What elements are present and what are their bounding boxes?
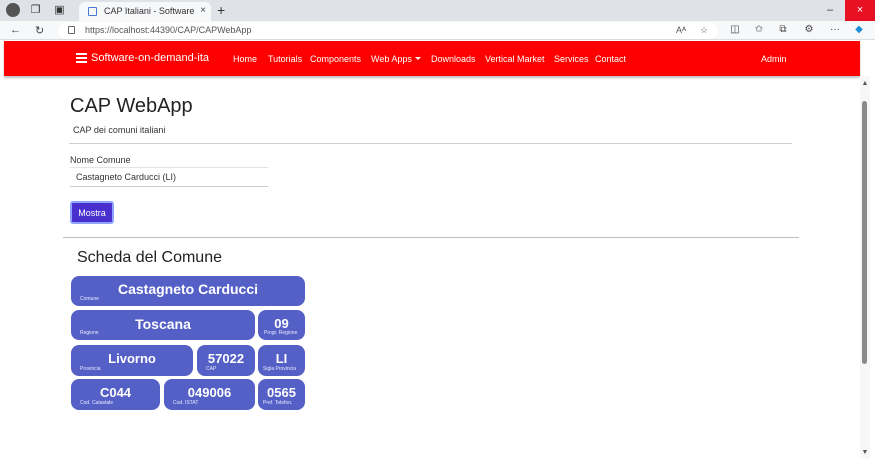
minimize-button[interactable]: – xyxy=(815,0,845,21)
favorites-icon[interactable]: ✩ xyxy=(752,24,766,35)
card-sigla: LI Sigla Provincia xyxy=(258,345,305,376)
tab-close-icon[interactable]: × xyxy=(200,5,206,16)
card-prefisso-caption: Pref. Telefon. xyxy=(263,400,293,406)
scroll-down-icon[interactable]: ▼ xyxy=(860,449,870,456)
card-provincia-value: Livorno xyxy=(108,351,156,366)
card-provincia: Livorno Provincia xyxy=(71,345,193,376)
close-window-button[interactable]: × xyxy=(845,0,875,21)
scrollbar-thumb[interactable] xyxy=(862,101,867,364)
tab-title: CAP Italiani - Software on dema xyxy=(104,6,194,16)
site-brand[interactable]: Software-on-demand-ita xyxy=(91,52,209,64)
nav-link-web-apps-label: Web Apps xyxy=(371,54,412,64)
card-istat-value: 049006 xyxy=(187,385,232,400)
nav-link-services[interactable]: Services xyxy=(554,54,589,64)
page-title: CAP WebApp xyxy=(70,95,193,117)
site-navbar: Software-on-demand-ita Home Tutorials Co… xyxy=(4,41,860,76)
card-prog-regione: 09 Progr. Regione xyxy=(258,310,305,340)
section-divider xyxy=(63,237,799,238)
refresh-icon[interactable]: ↻ xyxy=(35,24,44,37)
nav-link-web-apps[interactable]: Web Apps xyxy=(371,54,421,64)
browser-tab[interactable]: CAP Italiani - Software on dema × xyxy=(79,2,211,21)
card-istat-caption: Cod. ISTAT xyxy=(173,400,199,406)
back-icon[interactable]: ← xyxy=(10,24,21,36)
hamburger-menu-icon[interactable] xyxy=(76,53,87,63)
browser-tab-bar: ❐ ▣ CAP Italiani - Software on dema × + … xyxy=(0,0,875,21)
lock-icon xyxy=(68,26,75,34)
card-prefisso-value: 0565 xyxy=(267,385,296,400)
nav-link-components[interactable]: Components xyxy=(310,54,361,64)
card-cap-value: 57022 xyxy=(207,351,245,366)
card-catastale: C044 Cod. Catastale xyxy=(71,379,160,410)
page-favicon-icon xyxy=(88,7,97,16)
card-catastale-caption: Cod. Catastale xyxy=(80,400,114,406)
card-comune: Castagneto Carducci Comune xyxy=(71,276,305,306)
card-prog-regione-value: 09 xyxy=(274,316,289,331)
nav-link-contact[interactable]: Contact xyxy=(595,54,626,64)
more-icon[interactable]: ··· xyxy=(828,24,842,35)
comune-input[interactable] xyxy=(70,167,268,187)
workspaces-icon[interactable]: ❐ xyxy=(29,4,42,17)
card-catastale-value: C044 xyxy=(99,385,132,400)
card-prog-regione-caption: Progr. Regione xyxy=(264,330,298,336)
card-sigla-caption: Sigla Provincia xyxy=(263,366,297,372)
section-title: Scheda del Comune xyxy=(77,249,222,266)
nav-link-downloads[interactable]: Downloads xyxy=(431,54,476,64)
card-comune-caption: Comune xyxy=(80,296,99,302)
address-toolbar: ← ↻ https://localhost:44390/CAP/CAPWebAp… xyxy=(0,21,875,40)
nav-link-vertical-market[interactable]: Vertical Market xyxy=(485,54,545,64)
card-comune-value: Castagneto Carducci xyxy=(117,281,259,297)
page-subtitle: CAP dei comuni italiani xyxy=(73,125,166,135)
favorite-star-icon[interactable]: ☆ xyxy=(700,25,708,36)
collections-icon[interactable]: ⧉ xyxy=(776,24,790,35)
divider xyxy=(69,143,792,144)
dropdown-caret-icon xyxy=(414,57,421,60)
tab-actions-icon[interactable]: ▣ xyxy=(53,4,66,17)
url-text[interactable]: https://localhost:44390/CAP/CAPWebApp xyxy=(85,25,251,35)
new-tab-button[interactable]: + xyxy=(217,2,225,18)
card-sigla-value: LI xyxy=(275,351,288,366)
card-regione: Toscana Regione xyxy=(71,310,255,340)
url-bar[interactable]: https://localhost:44390/CAP/CAPWebApp Aᴬ… xyxy=(58,22,718,39)
extensions-icon[interactable]: ⚙ xyxy=(802,24,816,35)
card-cap-caption: CAP xyxy=(206,366,217,372)
scroll-up-icon[interactable]: ▲ xyxy=(860,80,870,87)
nav-link-admin[interactable]: Admin xyxy=(761,54,787,64)
card-provincia-caption: Provincia xyxy=(80,366,101,372)
read-aloud-icon[interactable]: Aᴬ xyxy=(676,25,686,35)
copilot-icon[interactable]: ◆ xyxy=(852,24,866,35)
nav-link-home[interactable]: Home xyxy=(233,54,257,64)
profile-avatar[interactable] xyxy=(6,3,20,17)
mostra-button[interactable]: Mostra xyxy=(70,201,114,224)
comune-field-label: Nome Comune xyxy=(70,155,131,165)
card-prefisso: 0565 Pref. Telefon. xyxy=(258,379,305,410)
card-istat: 049006 Cod. ISTAT xyxy=(164,379,255,410)
split-screen-icon[interactable]: ◫ xyxy=(728,24,742,35)
nav-link-tutorials[interactable]: Tutorials xyxy=(268,54,302,64)
card-regione-caption: Regione xyxy=(80,330,99,336)
card-cap: 57022 CAP xyxy=(197,345,255,376)
